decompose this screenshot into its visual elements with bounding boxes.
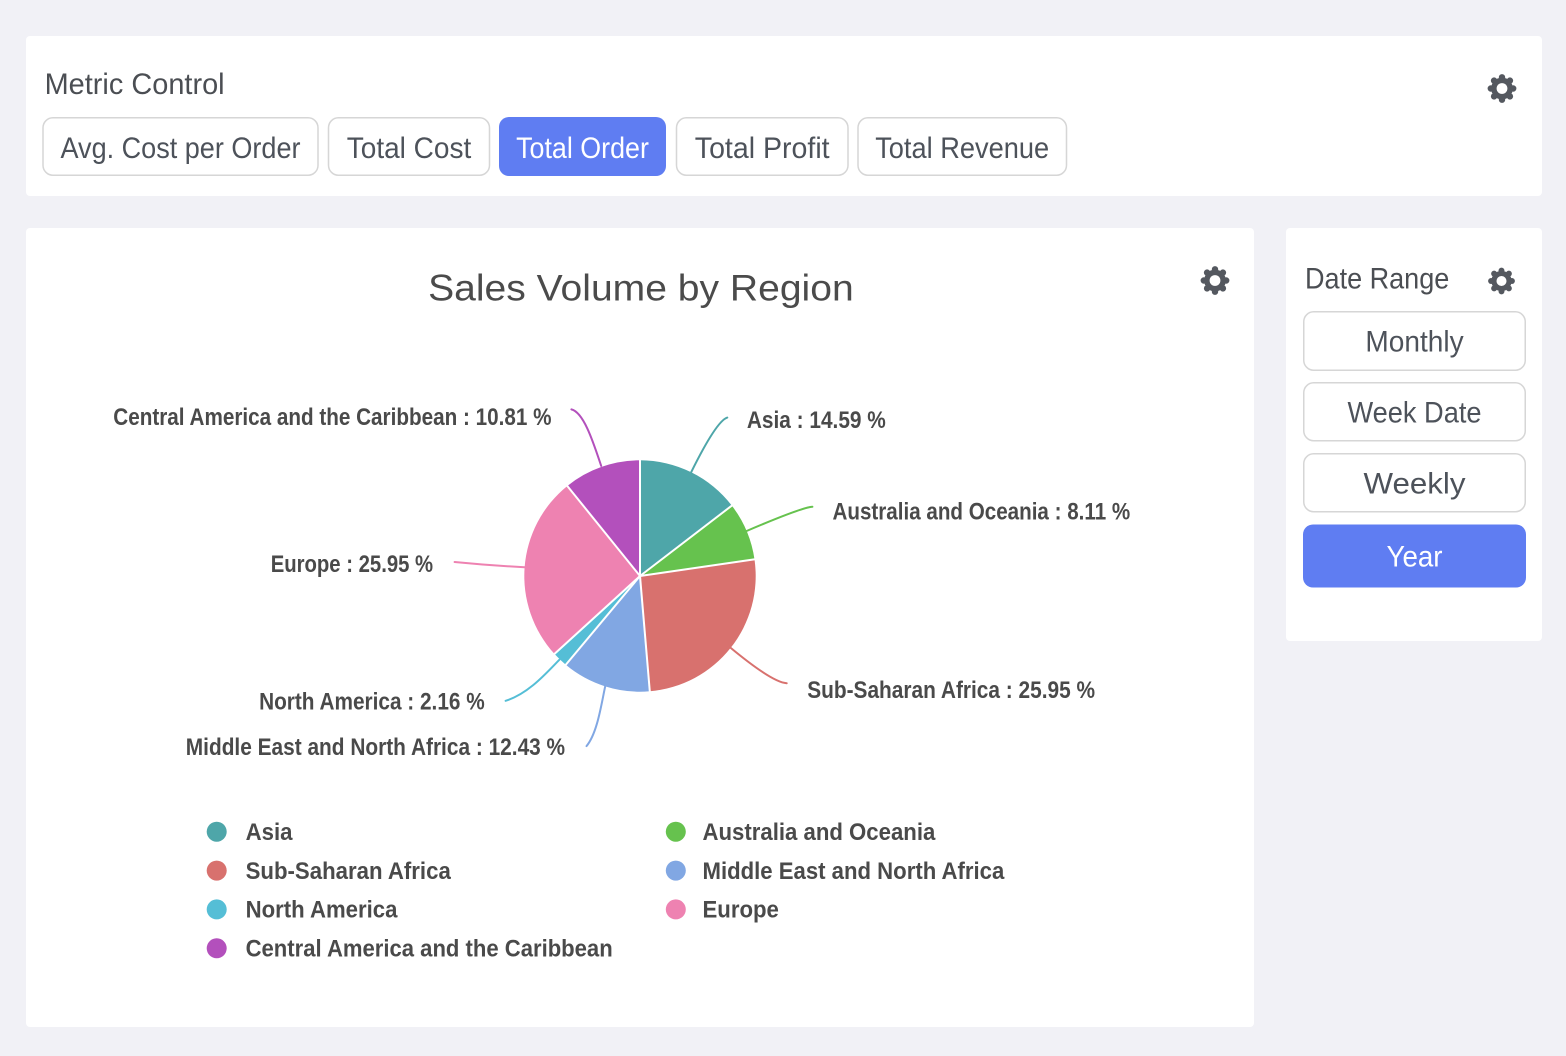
svg-text:Sub-Saharan Africa : 25.95 %: Sub-Saharan Africa : 25.95 % [807,677,1095,704]
svg-text:Central America and the Caribb: Central America and the Caribbean : 10.8… [113,404,551,431]
svg-text:Total Profit: Total Profit [695,132,830,165]
svg-text:North America : 2.16 %: North America : 2.16 % [259,688,485,715]
svg-text:Weekly: Weekly [1364,467,1466,500]
svg-text:Australia and Oceania : 8.11 %: Australia and Oceania : 8.11 % [833,498,1131,525]
svg-text:Year: Year [1387,541,1443,574]
svg-text:Sales Volume by Region: Sales Volume by Region [428,268,854,309]
svg-text:Metric Control: Metric Control [45,68,225,101]
svg-text:Date Range: Date Range [1305,262,1449,295]
svg-text:Australia and Oceania: Australia and Oceania [703,819,936,846]
svg-text:Europe: Europe [703,897,779,924]
svg-text:Week Date: Week Date [1348,396,1482,429]
svg-text:Middle East and North Africa :: Middle East and North Africa : 12.43 % [186,734,565,761]
svg-text:Monthly: Monthly [1365,326,1463,359]
svg-text:Total Cost: Total Cost [347,132,472,165]
svg-text:Sub-Saharan Africa: Sub-Saharan Africa [246,858,452,885]
svg-text:Total Order: Total Order [516,132,649,165]
svg-text:North America: North America [246,897,398,924]
svg-text:Total Revenue: Total Revenue [875,132,1049,165]
svg-text:Asia : 14.59 %: Asia : 14.59 % [747,407,886,434]
svg-text:Central America and the Caribb: Central America and the Caribbean [246,936,613,963]
svg-text:Europe : 25.95 %: Europe : 25.95 % [271,551,433,578]
svg-text:Avg. Cost per Order: Avg. Cost per Order [61,132,301,165]
svg-text:Asia: Asia [246,819,293,846]
svg-text:Middle East and North Africa: Middle East and North Africa [703,858,1005,885]
